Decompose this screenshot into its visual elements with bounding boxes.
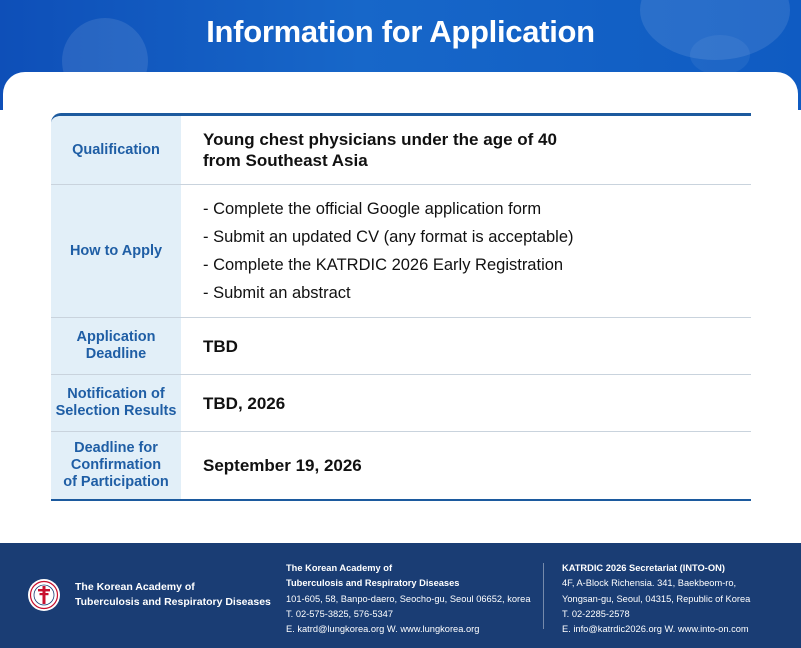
row-value: TBD [181,318,751,374]
table-row: How to Apply - Complete the official Goo… [51,184,751,317]
org-line: The Korean Academy of [75,581,195,593]
info-address: Yongsan-gu, Seoul, 04315, Republic of Ko… [562,593,751,604]
table-row: Application Deadline TBD [51,317,751,374]
table-row: Qualification Young chest physicians und… [51,116,751,184]
info-phone: T. 02-575-3825, 576-5347 [286,608,393,619]
label-line: Qualification [72,141,160,158]
footer-secretariat-info: KATRDIC 2026 Secretariat (INTO-ON) 4F, A… [562,561,750,637]
footer-org-name: The Korean Academy of Tuberculosis and R… [75,580,271,610]
academy-seal-icon [28,579,60,611]
list-item: - Complete the official Google applicati… [203,200,542,218]
value-line: September 19, 2026 [203,456,362,475]
info-contact: E. katrd@lungkorea.org W. www.lungkorea.… [286,624,480,635]
footer-academy-info: The Korean Academy of Tuberculosis and R… [286,561,530,637]
info-contact: E. info@katrdic2026.org W. www.into-on.c… [562,624,749,635]
row-label: Qualification [51,116,181,184]
label-line: Confirmation [70,457,162,473]
row-value: - Complete the official Google applicati… [181,185,751,317]
value-line: TBD [203,336,238,356]
row-value: September 19, 2026 [181,432,751,499]
row-label: Notification of Selection Results [51,375,181,431]
info-address: 4F, A-Block Richensia. 341, Baekbeom-ro, [562,578,737,589]
list-item: - Submit an updated CV (any format is ac… [203,228,574,246]
value-line: TBD, 2026 [203,393,286,413]
table-row: Notification of Selection Results TBD, 2… [51,374,751,431]
value-line: from Southeast Asia [203,151,368,170]
table-row: Deadline for Confirmation of Participati… [51,431,751,499]
label-line: Notification of [67,386,165,402]
info-title: Tuberculosis and Respiratory Diseases [286,578,460,589]
info-title: The Korean Academy of [286,563,393,573]
info-title: KATRDIC 2026 Secretariat (INTO-ON) [562,563,725,573]
footer: The Korean Academy of Tuberculosis and R… [0,543,801,648]
label-line: Selection Results [55,403,177,419]
label-line: of Participation [63,474,169,490]
info-table: Qualification Young chest physicians und… [51,113,751,501]
info-address: 101-605, 58, Banpo-daero, Seocho-gu, Seo… [286,593,531,604]
info-phone: T. 02-2285-2578 [562,608,630,619]
footer-divider [543,563,544,629]
list-item: - Submit an abstract [203,284,351,302]
label-line: Application [76,329,156,345]
label-line: Deadline [85,346,147,362]
row-value: TBD, 2026 [181,375,751,431]
value-line: Young chest physicians under the age of … [203,130,557,149]
row-label: Deadline for Confirmation of Participati… [51,432,181,499]
label-line: Deadline for [74,440,158,456]
row-label: How to Apply [51,185,181,317]
row-value: Young chest physicians under the age of … [181,116,751,184]
org-line: Tuberculosis and Respiratory Diseases [75,596,271,608]
row-label: Application Deadline [51,318,181,374]
page-title: Information for Application [206,14,595,49]
list-item: - Complete the KATRDIC 2026 Early Regist… [203,256,564,274]
label-line: How to Apply [69,242,163,259]
